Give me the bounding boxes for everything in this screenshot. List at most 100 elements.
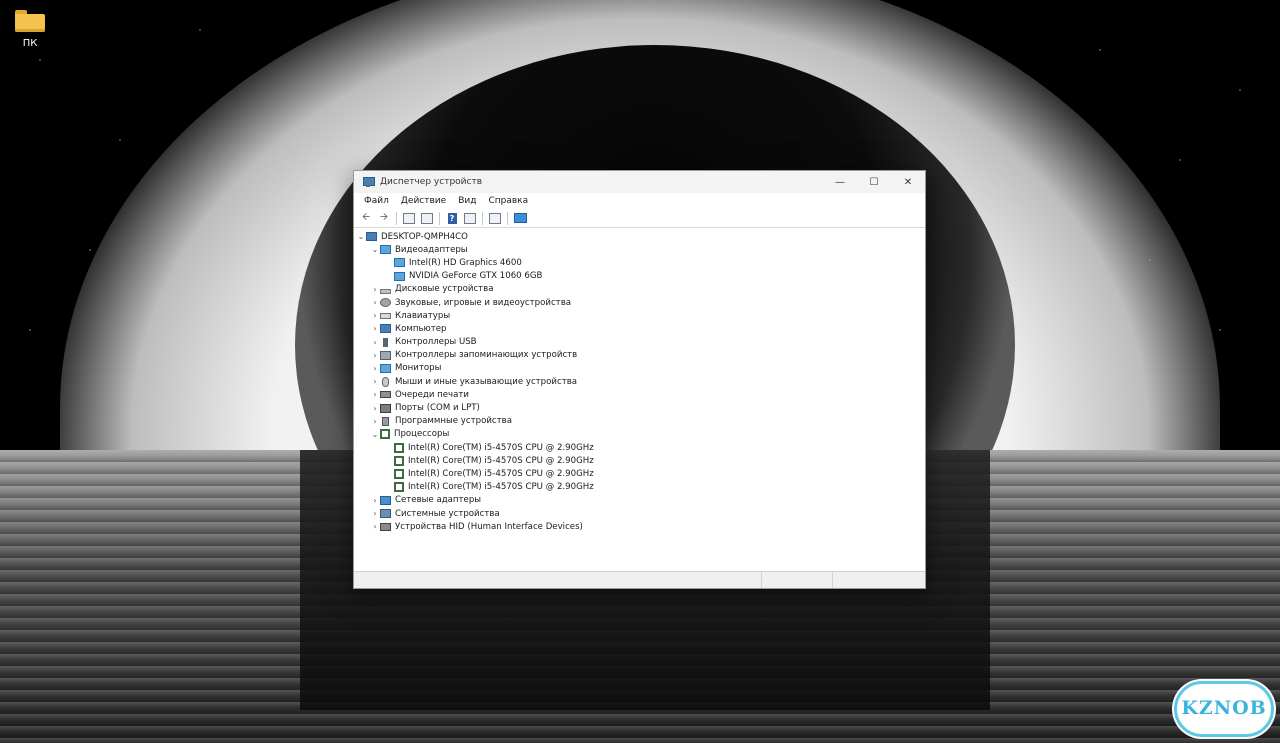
- disk-icon: [380, 288, 391, 294]
- chevron-right-icon[interactable]: ›: [370, 351, 380, 360]
- help-icon[interactable]: ?: [444, 211, 460, 226]
- tree-category[interactable]: › Звуковые, игровые и видеоустройства: [356, 296, 921, 309]
- tree-device[interactable]: NVIDIA GeForce GTX 1060 6GB: [356, 270, 921, 283]
- tree-device[interactable]: Intel(R) Core(TM) i5-4570S CPU @ 2.90GHz: [356, 454, 921, 467]
- chevron-right-icon[interactable]: ›: [370, 338, 380, 347]
- menu-view[interactable]: Вид: [452, 196, 482, 206]
- tree-category[interactable]: › Программные устройства: [356, 415, 921, 428]
- watermark-text: KZNOB: [1181, 697, 1267, 719]
- desktop-icon-pc[interactable]: ПК: [8, 8, 52, 49]
- processor-icon: [394, 482, 404, 493]
- chevron-down-icon[interactable]: ⌄: [370, 430, 380, 439]
- device-manager-icon: [362, 176, 375, 188]
- tree-category-label: Сетевые адаптеры: [395, 495, 482, 506]
- status-cell: [762, 572, 834, 588]
- chevron-right-icon[interactable]: ›: [370, 496, 380, 505]
- chevron-right-icon[interactable]: ›: [370, 417, 380, 426]
- software-device-icon: [382, 416, 389, 426]
- menu-file[interactable]: Файл: [358, 196, 395, 206]
- port-icon: [380, 403, 391, 413]
- computer-icon: [366, 232, 377, 242]
- chevron-right-icon[interactable]: ›: [370, 522, 380, 531]
- sound-icon: [380, 298, 391, 308]
- keyboard-icon: [380, 312, 391, 319]
- tree-category[interactable]: ⌄ Процессоры: [356, 428, 921, 441]
- tree-category-label: Компьютер: [395, 323, 447, 334]
- network-adapter-icon: [380, 495, 391, 505]
- tree-category[interactable]: ⌄ Видеоадаптеры: [356, 243, 921, 256]
- tree-device[interactable]: Intel(R) Core(TM) i5-4570S CPU @ 2.90GHz: [356, 481, 921, 494]
- tree-device-label: NVIDIA GeForce GTX 1060 6GB: [409, 271, 543, 282]
- monitor-icon: [380, 363, 391, 373]
- tree-category-label: Мониторы: [395, 363, 442, 374]
- minimize-button[interactable]: —: [823, 171, 857, 193]
- storage-controller-icon: [380, 350, 391, 360]
- tree-category-label: Контроллеры USB: [395, 337, 477, 348]
- tree-category-label: Программные устройства: [395, 416, 512, 427]
- tree-category[interactable]: › Контроллеры запоминающих устройств: [356, 349, 921, 362]
- tree-device-label: Intel(R) Core(TM) i5-4570S CPU @ 2.90GHz: [408, 442, 594, 453]
- tree-category[interactable]: › Контроллеры USB: [356, 336, 921, 349]
- tree-category-label: Видеоадаптеры: [395, 244, 468, 255]
- menu-action[interactable]: Действие: [395, 196, 452, 206]
- system-device-icon: [380, 509, 391, 519]
- tree-category-label: Порты (COM и LPT): [395, 403, 480, 414]
- tree-category[interactable]: › Дисковые устройства: [356, 283, 921, 296]
- monitor-icon[interactable]: [512, 211, 528, 226]
- chevron-right-icon[interactable]: ›: [370, 390, 380, 399]
- tree-category-label: Очереди печати: [395, 389, 469, 400]
- chevron-right-icon[interactable]: ›: [370, 311, 380, 320]
- chevron-right-icon[interactable]: ›: [370, 324, 380, 333]
- tree-category[interactable]: › Устройства HID (Human Interface Devices…: [356, 520, 921, 533]
- tree-device[interactable]: Intel(R) Core(TM) i5-4570S CPU @ 2.90GHz: [356, 441, 921, 454]
- hid-icon: [380, 522, 391, 531]
- tree-device[interactable]: Intel(R) Core(TM) i5-4570S CPU @ 2.90GHz: [356, 467, 921, 480]
- printer-icon: [380, 391, 391, 399]
- title-bar[interactable]: Диспетчер устройств — ☐ ✕: [354, 171, 925, 193]
- maximize-button[interactable]: ☐: [857, 171, 891, 193]
- tree-device[interactable]: Intel(R) HD Graphics 4600: [356, 256, 921, 269]
- processor-icon: [394, 455, 404, 466]
- usb-icon: [383, 337, 388, 347]
- tree-category[interactable]: › Мыши и иные указывающие устройства: [356, 375, 921, 388]
- tree-category-label: Контроллеры запоминающих устройств: [395, 350, 578, 361]
- tree-category-label: Дисковые устройства: [395, 284, 494, 295]
- tree-category-label: Звуковые, игровые и видеоустройства: [395, 297, 572, 308]
- computer-icon: [380, 324, 391, 334]
- desktop-icon-label: ПК: [22, 38, 38, 49]
- close-button[interactable]: ✕: [891, 171, 925, 193]
- forward-arrow-icon[interactable]: 🡪: [376, 211, 392, 226]
- chevron-right-icon[interactable]: ›: [370, 377, 380, 386]
- window-title: Диспетчер устройств: [380, 177, 483, 187]
- chevron-right-icon[interactable]: ›: [370, 364, 380, 373]
- tree-category[interactable]: › Системные устройства: [356, 507, 921, 520]
- tree-category[interactable]: › Сетевые адаптеры: [356, 494, 921, 507]
- tree-category[interactable]: › Клавиатуры: [356, 309, 921, 322]
- folder-icon: [15, 10, 45, 32]
- status-cell: [354, 572, 763, 588]
- chevron-down-icon[interactable]: ⌄: [370, 245, 380, 254]
- tree-device-label: Intel(R) HD Graphics 4600: [409, 257, 522, 268]
- tree-category[interactable]: › Очереди печати: [356, 388, 921, 401]
- status-bar: [354, 571, 925, 588]
- tree-category[interactable]: › Компьютер: [356, 322, 921, 335]
- toolbar-divider: [396, 211, 397, 225]
- chevron-right-icon[interactable]: ›: [370, 509, 380, 518]
- chevron-right-icon[interactable]: ›: [370, 298, 380, 307]
- tree-category[interactable]: › Порты (COM и LPT): [356, 401, 921, 414]
- menu-help[interactable]: Справка: [482, 196, 534, 206]
- chevron-right-icon[interactable]: ›: [370, 404, 380, 413]
- scan-hardware-icon[interactable]: [487, 211, 503, 226]
- chevron-right-icon[interactable]: ›: [370, 285, 380, 294]
- toolbar-divider: [507, 211, 508, 225]
- watermark-logo: KZNOB: [1170, 675, 1278, 741]
- panel-icon[interactable]: [462, 211, 478, 226]
- back-arrow-icon[interactable]: 🡨: [358, 211, 374, 226]
- properties-icon[interactable]: [401, 211, 417, 226]
- tree-root[interactable]: ⌄ DESKTOP-QMPH4CO: [356, 230, 921, 243]
- processor-icon: [394, 442, 404, 453]
- processor-icon: [380, 429, 390, 440]
- chevron-down-icon[interactable]: ⌄: [356, 232, 366, 241]
- tree-category[interactable]: › Мониторы: [356, 362, 921, 375]
- tree-view-icon[interactable]: [419, 211, 435, 226]
